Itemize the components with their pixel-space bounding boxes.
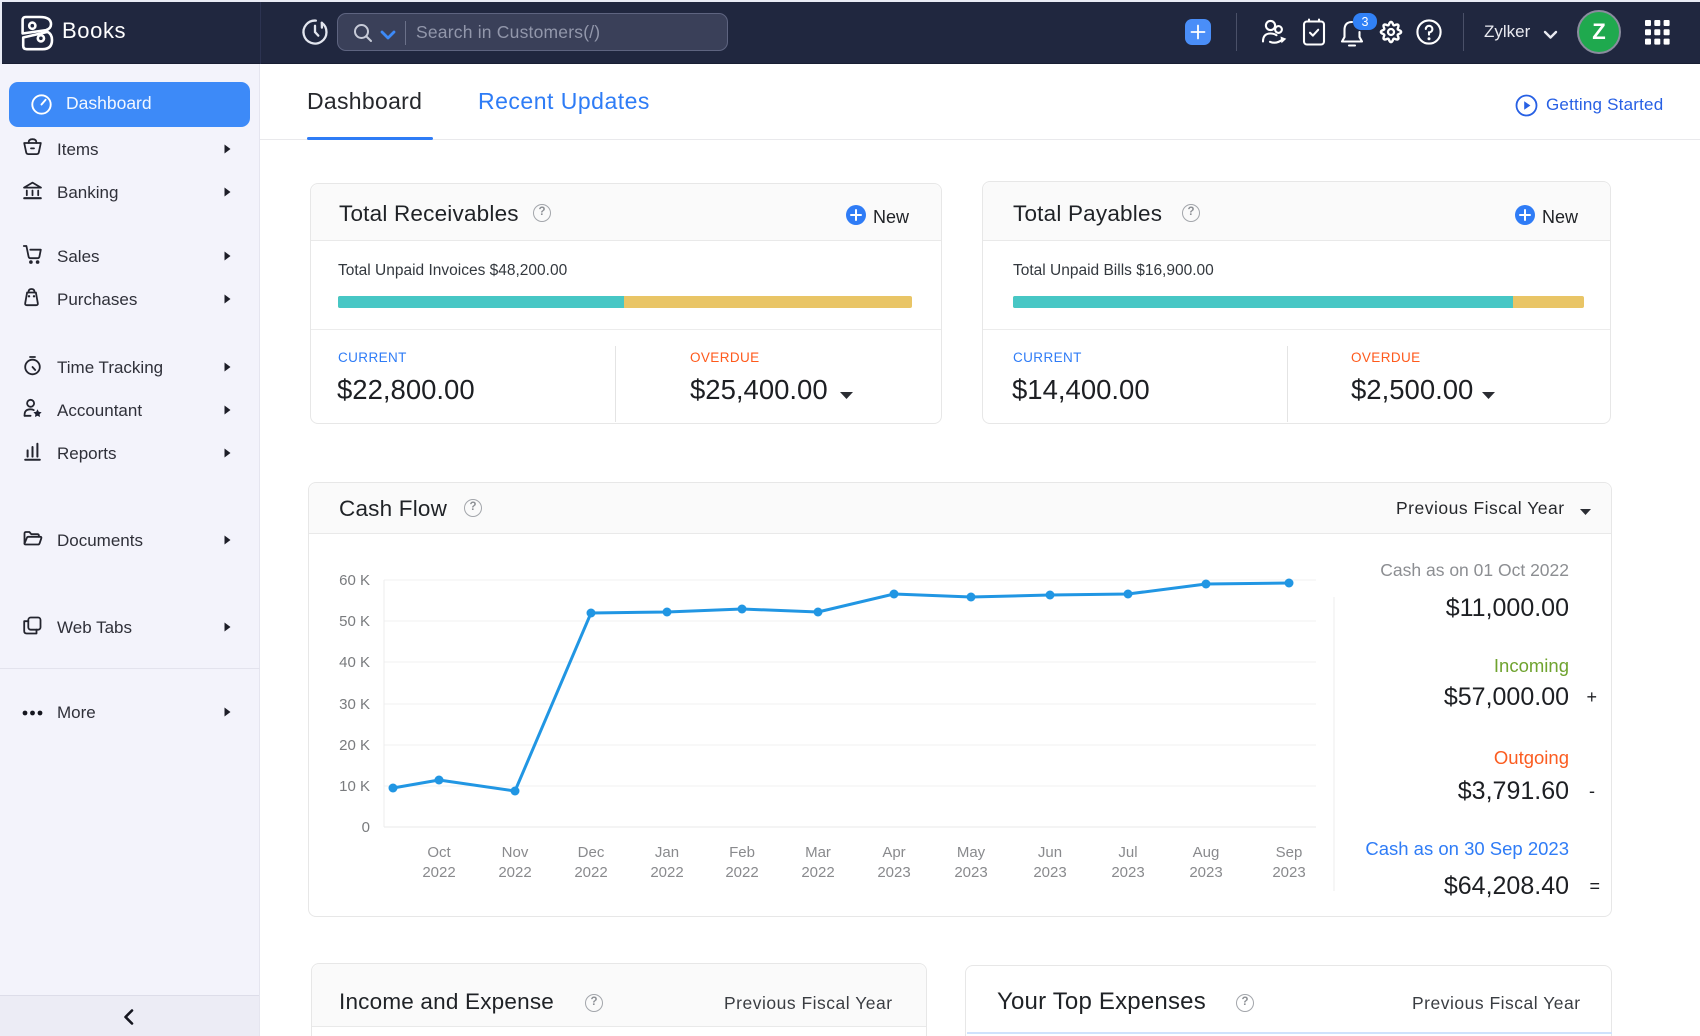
svg-text:$64,208.40: $64,208.40 xyxy=(1444,872,1569,900)
svg-text:2023: 2023 xyxy=(1272,864,1305,881)
svg-text:Jan: Jan xyxy=(655,844,679,861)
svg-text:=: = xyxy=(1589,876,1600,896)
svg-text:50 K: 50 K xyxy=(339,613,370,630)
svg-text:Sep: Sep xyxy=(1276,844,1303,861)
svg-text:Incoming: Incoming xyxy=(1494,655,1569,676)
svg-text:Oct: Oct xyxy=(427,844,451,861)
svg-text:Jun: Jun xyxy=(1038,844,1062,861)
svg-text:$3,791.60: $3,791.60 xyxy=(1458,777,1569,805)
svg-text:2022: 2022 xyxy=(650,864,683,881)
svg-text:+: + xyxy=(1586,687,1597,707)
svg-text:2022: 2022 xyxy=(574,864,607,881)
svg-text:20 K: 20 K xyxy=(339,737,370,754)
svg-text:Aug: Aug xyxy=(1193,844,1220,861)
svg-text:Dec: Dec xyxy=(578,844,605,861)
svg-text:2022: 2022 xyxy=(498,864,531,881)
svg-text:2023: 2023 xyxy=(1189,864,1222,881)
svg-text:30 K: 30 K xyxy=(339,696,370,713)
svg-text:2022: 2022 xyxy=(422,864,455,881)
svg-text:2023: 2023 xyxy=(877,864,910,881)
svg-text:2023: 2023 xyxy=(1033,864,1066,881)
svg-text:Mar: Mar xyxy=(805,844,831,861)
svg-text:Cash as on 01 Oct 2022: Cash as on 01 Oct 2022 xyxy=(1380,560,1569,580)
svg-text:2023: 2023 xyxy=(1111,864,1144,881)
svg-text:Outgoing: Outgoing xyxy=(1494,747,1569,768)
svg-text:2022: 2022 xyxy=(801,864,834,881)
svg-text:2023: 2023 xyxy=(954,864,987,881)
svg-text:3: 3 xyxy=(1362,15,1369,29)
svg-text:40 K: 40 K xyxy=(339,654,370,671)
svg-text:60 K: 60 K xyxy=(339,572,370,589)
svg-text:Feb: Feb xyxy=(729,844,755,861)
svg-text:$11,000.00: $11,000.00 xyxy=(1446,594,1569,622)
svg-text:$57,000.00: $57,000.00 xyxy=(1444,683,1569,711)
svg-text:May: May xyxy=(957,844,986,861)
svg-text:10 K: 10 K xyxy=(339,778,370,795)
svg-text:0: 0 xyxy=(362,819,370,836)
svg-text:-: - xyxy=(1589,781,1595,801)
svg-text:Nov: Nov xyxy=(502,844,529,861)
svg-text:Apr: Apr xyxy=(882,844,905,861)
svg-text:Jul: Jul xyxy=(1118,844,1137,861)
svg-text:Cash as on 30 Sep 2023: Cash as on 30 Sep 2023 xyxy=(1365,838,1569,859)
svg-text:2022: 2022 xyxy=(725,864,758,881)
